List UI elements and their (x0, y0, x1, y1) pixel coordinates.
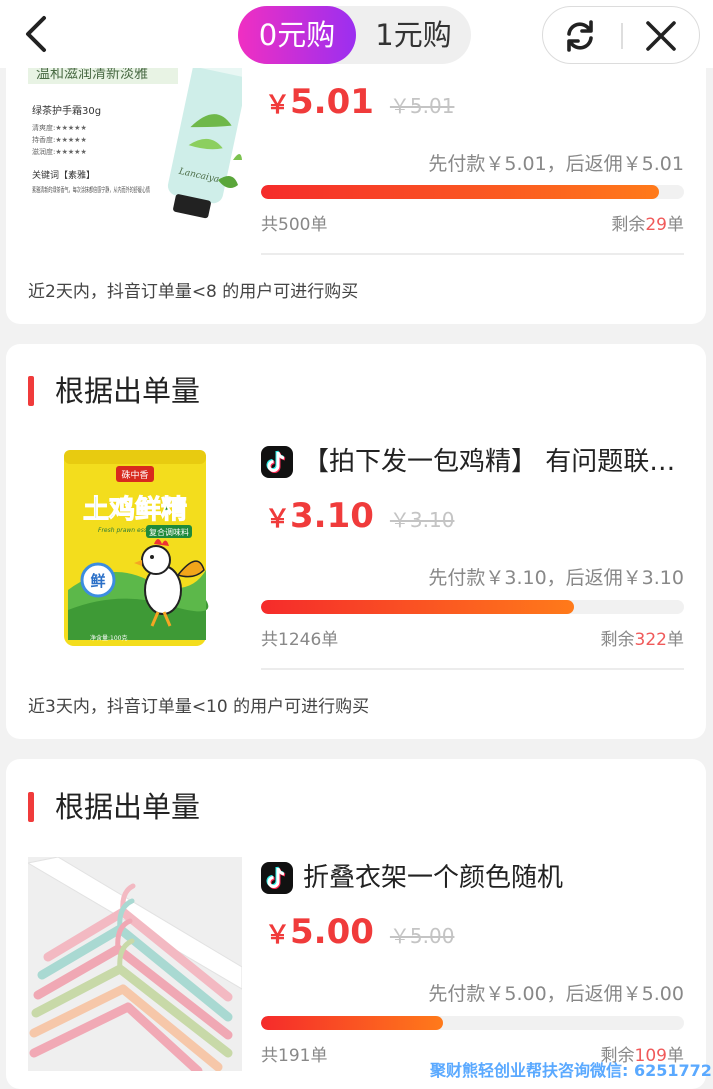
refresh-icon (567, 20, 593, 52)
package-badge-text: 鲜 (90, 572, 105, 590)
remaining-orders: 剩余322单 (600, 630, 684, 650)
tab-one-yuan[interactable]: 1元购 (356, 6, 471, 64)
sale-price: 3.10 (290, 496, 374, 536)
product-card-3[interactable]: 根据出单量 折叠衣架一个颜色随机 ￥5.00 ￥5.00 先付款￥5.00，后返… (6, 759, 706, 1089)
top-nav-bar: 0元购 1元购 (0, 0, 713, 68)
price-row: ￥5.00 ￥5.00 (265, 912, 454, 952)
product-image-chicken-essence[interactable]: 硃中香 土鸡鲜精 Fresh prawn essence 复合调味料 鲜 净含量… (28, 440, 242, 654)
close-button[interactable] (643, 18, 679, 54)
original-price: ￥5.01 (389, 94, 455, 118)
capsule-divider (621, 23, 623, 49)
product-info-2: 【拍下发一包鸡精】 有问题联系客服 ￥3.10 ￥3.10 先付款￥3.10，后返… (261, 444, 684, 654)
section-title-text: 根据出单量 (55, 374, 201, 408)
image-rating-2: 持香度:★★★★★ (32, 135, 87, 144)
tab-zero-yuan[interactable]: 0元购 (238, 6, 356, 64)
package-weight-text: 净含量:100克 (90, 634, 127, 642)
currency-symbol: ￥ (265, 504, 291, 533)
divider (261, 668, 684, 670)
divider (261, 253, 684, 255)
image-keyword-title: 关键词【素雅】 (32, 169, 95, 181)
section-title-text: 根据出单量 (55, 790, 201, 824)
sale-price: 5.00 (290, 912, 374, 952)
purchase-type-switch: 0元购 1元购 (238, 6, 471, 64)
price-row: ￥5.01 ￥5.01 (265, 82, 454, 122)
sale-price: 5.01 (290, 82, 374, 122)
package-name-text: 土鸡鲜精 (83, 494, 187, 525)
progress-fill (261, 600, 575, 614)
image-keyword-desc: 素雅清新的绿茶香气，每次涂抹都倍感宁静，从内而外的舒缓心情 (32, 185, 150, 194)
product-image-hangers[interactable] (28, 857, 242, 1071)
payment-note: 先付款￥5.01，后返佣￥5.01 (428, 153, 684, 175)
douyin-icon (261, 446, 293, 478)
section-title-marker (28, 792, 34, 822)
purchase-restriction: 近3天内，抖音订单量<10 的用户可进行购买 (28, 697, 370, 717)
chicken-essence-package-illustration: 硃中香 土鸡鲜精 Fresh prawn essence 复合调味料 鲜 净含量… (28, 440, 242, 654)
mini-program-capsule (542, 6, 700, 64)
payment-note: 先付款￥5.00，后返佣￥5.00 (428, 983, 684, 1005)
hangers-illustration (28, 857, 242, 1071)
progress-fill (261, 185, 659, 199)
section-title-marker (28, 376, 34, 406)
close-icon (646, 21, 676, 51)
payment-note: 先付款￥3.10，后返佣￥3.10 (428, 567, 684, 589)
product-card-2[interactable]: 根据出单量 硃中香 土鸡鲜精 Fresh prawn essence 复合调味料… (6, 344, 706, 739)
total-orders: 共191单 (261, 1046, 328, 1066)
total-orders: 共1246单 (261, 630, 339, 650)
watermark-text: 聚财熊轻创业帮扶咨询微信: 625177219 (430, 1061, 713, 1080)
package-brand-text: 硃中香 (121, 469, 148, 481)
refresh-button[interactable] (561, 18, 599, 54)
image-product-name: 绿茶护手霜30g (32, 104, 101, 117)
image-rating-1: 清爽度:★★★★★ (32, 123, 87, 132)
total-orders: 共500单 (261, 215, 328, 235)
douyin-icon (261, 862, 293, 894)
image-rating-3: 滋润度:★★★★★ (32, 147, 87, 156)
currency-symbol: ￥ (265, 920, 291, 949)
progress-track (261, 1016, 684, 1030)
product-title: 折叠衣架一个颜色随机 (303, 863, 564, 893)
product-info-3: 折叠衣架一个颜色随机 ￥5.00 ￥5.00 先付款￥5.00，后返佣￥5.00 … (261, 860, 684, 1070)
purchase-restriction: 近2天内，抖音订单量<8 的用户可进行购买 (28, 282, 359, 302)
chevron-left-icon (26, 16, 46, 52)
original-price: ￥3.10 (389, 508, 455, 532)
progress-track (261, 185, 684, 199)
product-title-row[interactable]: 折叠衣架一个颜色随机 (261, 860, 684, 896)
progress-track (261, 600, 684, 614)
product-title: 【拍下发一包鸡精】 有问题联系客服 (303, 447, 684, 477)
remaining-orders: 剩余29单 (611, 215, 684, 235)
package-sub-text: 复合调味料 (149, 527, 189, 537)
back-button[interactable] (18, 12, 58, 56)
progress-fill (261, 1016, 443, 1030)
currency-symbol: ￥ (265, 90, 291, 119)
price-row: ￥3.10 ￥3.10 (265, 496, 454, 536)
image-banner-text: 温和滋润清新淡雅 (36, 66, 148, 82)
original-price: ￥5.00 (389, 924, 455, 948)
product-title-row[interactable]: 【拍下发一包鸡精】 有问题联系客服 (261, 444, 684, 480)
